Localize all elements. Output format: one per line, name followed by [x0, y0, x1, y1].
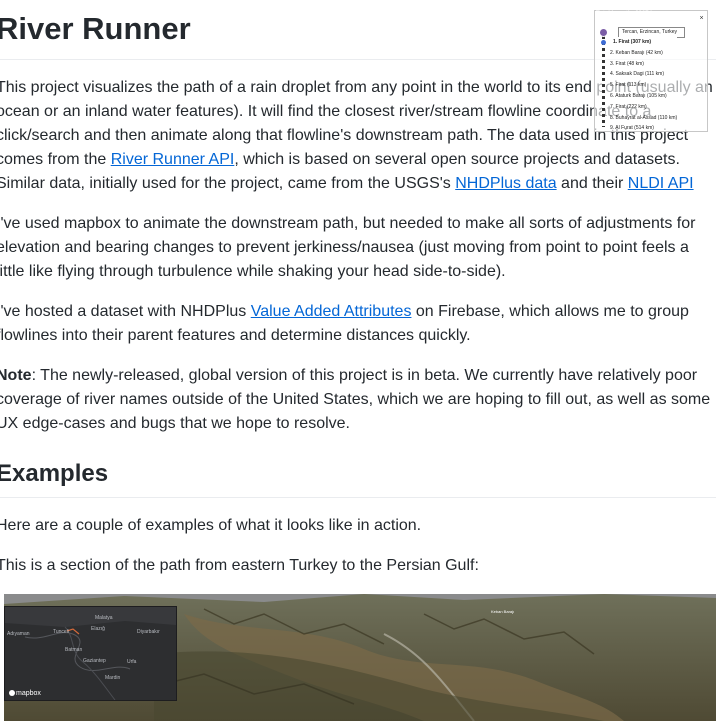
minimap-label: Urfa — [127, 659, 137, 665]
examples-divider — [0, 497, 716, 498]
minimap-label: Diyarbakır — [137, 629, 160, 635]
overview-minimap: Tunceli Malatya Elazığ Adıyaman Diyarbak… — [4, 606, 177, 701]
minimap-label: Batman — [65, 647, 83, 653]
route-segment-item[interactable]: 6. Ataturk Barajı (105 km) — [610, 91, 677, 102]
minimap-shapes — [5, 607, 176, 700]
note-label: Note — [0, 367, 32, 384]
mapbox-logo: mapbox — [9, 690, 41, 697]
route-segment-item[interactable]: 4. Saksak Dagi (111 km) — [610, 69, 677, 80]
route-segment-item[interactable]: 2. Keban Barajı (42 km) — [610, 48, 677, 59]
note-paragraph: Note: The newly-released, global version… — [0, 364, 716, 436]
minimap-label: Malatya — [95, 615, 113, 621]
minimap-label: Adıyaman — [7, 631, 30, 637]
terrain-label: Keban Barajı — [491, 609, 515, 614]
minimap-label: Mardin — [105, 675, 121, 681]
dataset-paragraph: I've hosted a dataset with NHDPlus Value… — [0, 303, 689, 344]
route-segment-item[interactable]: 7. Firat (222 km) — [610, 102, 677, 113]
value-added-attributes-link[interactable]: Value Added Attributes — [251, 303, 412, 320]
example-caption: This is a section of the path from easte… — [0, 557, 479, 574]
river-runner-api-link[interactable]: River Runner API — [111, 151, 235, 168]
minimap-label: Gaziantep — [83, 658, 106, 664]
minimap-label: Tunceli — [53, 629, 69, 635]
close-icon[interactable]: × — [697, 14, 706, 23]
route-segment-item[interactable]: 9. Al Furat (514 km) — [610, 123, 677, 134]
nhdplus-data-link[interactable]: NHDPlus data — [455, 175, 556, 192]
page-title: River Runner — [0, 11, 191, 46]
route-segment-item[interactable]: 3. Firat (48 km) — [610, 59, 677, 70]
example-map-image: Tunceli Malatya Elazığ Adıyaman Diyarbak… — [4, 594, 716, 721]
route-segment-list: 1. Firat (307 km) 2. Keban Barajı (42 km… — [610, 37, 678, 134]
route-segment-item[interactable]: 1. Firat (307 km) — [610, 37, 678, 48]
mapbox-paragraph: I've used mapbox to animate the downstre… — [0, 215, 696, 280]
examples-heading: Examples — [0, 460, 109, 487]
route-segment-item[interactable]: 8. Buhayrat al-Assad (110 km) — [610, 113, 677, 124]
examples-intro: Here are a couple of examples of what it… — [0, 517, 422, 534]
start-point-icon — [599, 28, 608, 37]
route-segment-item[interactable]: 5. Firat (113 km) — [610, 80, 677, 91]
route-total-length: Total Length: 2867 km — [596, 11, 659, 17]
mapbox-logo-icon — [9, 690, 15, 696]
nldi-api-link[interactable]: NLDI API — [628, 175, 694, 192]
minimap-label: Elazığ — [91, 626, 105, 632]
current-segment-marker-icon — [601, 40, 606, 45]
